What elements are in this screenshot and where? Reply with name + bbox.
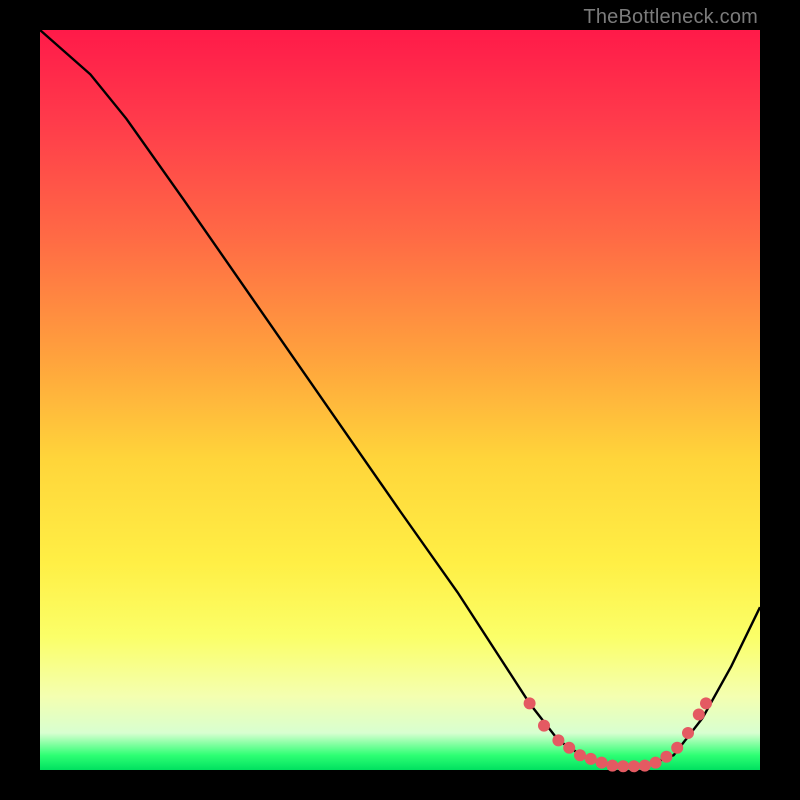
optimum-dot — [524, 697, 536, 709]
optimum-dot — [606, 760, 618, 772]
optimum-dots-group — [524, 697, 712, 772]
optimum-dot — [596, 757, 608, 769]
optimum-dot — [617, 760, 629, 772]
optimum-dot — [671, 742, 683, 754]
optimum-dot — [538, 720, 550, 732]
curve-svg — [40, 30, 760, 770]
optimum-dot — [563, 742, 575, 754]
plot-area — [40, 30, 760, 770]
optimum-dot — [693, 709, 705, 721]
optimum-dot — [628, 760, 640, 772]
chart-frame: TheBottleneck.com — [0, 0, 800, 800]
optimum-dot — [682, 727, 694, 739]
optimum-dot — [700, 697, 712, 709]
optimum-dot — [585, 753, 597, 765]
optimum-dot — [650, 757, 662, 769]
optimum-dot — [574, 749, 586, 761]
optimum-dot — [639, 760, 651, 772]
bottleneck-curve-path — [40, 30, 760, 766]
optimum-dot — [660, 751, 672, 763]
optimum-dot — [552, 734, 564, 746]
watermark-text: TheBottleneck.com — [583, 6, 758, 29]
